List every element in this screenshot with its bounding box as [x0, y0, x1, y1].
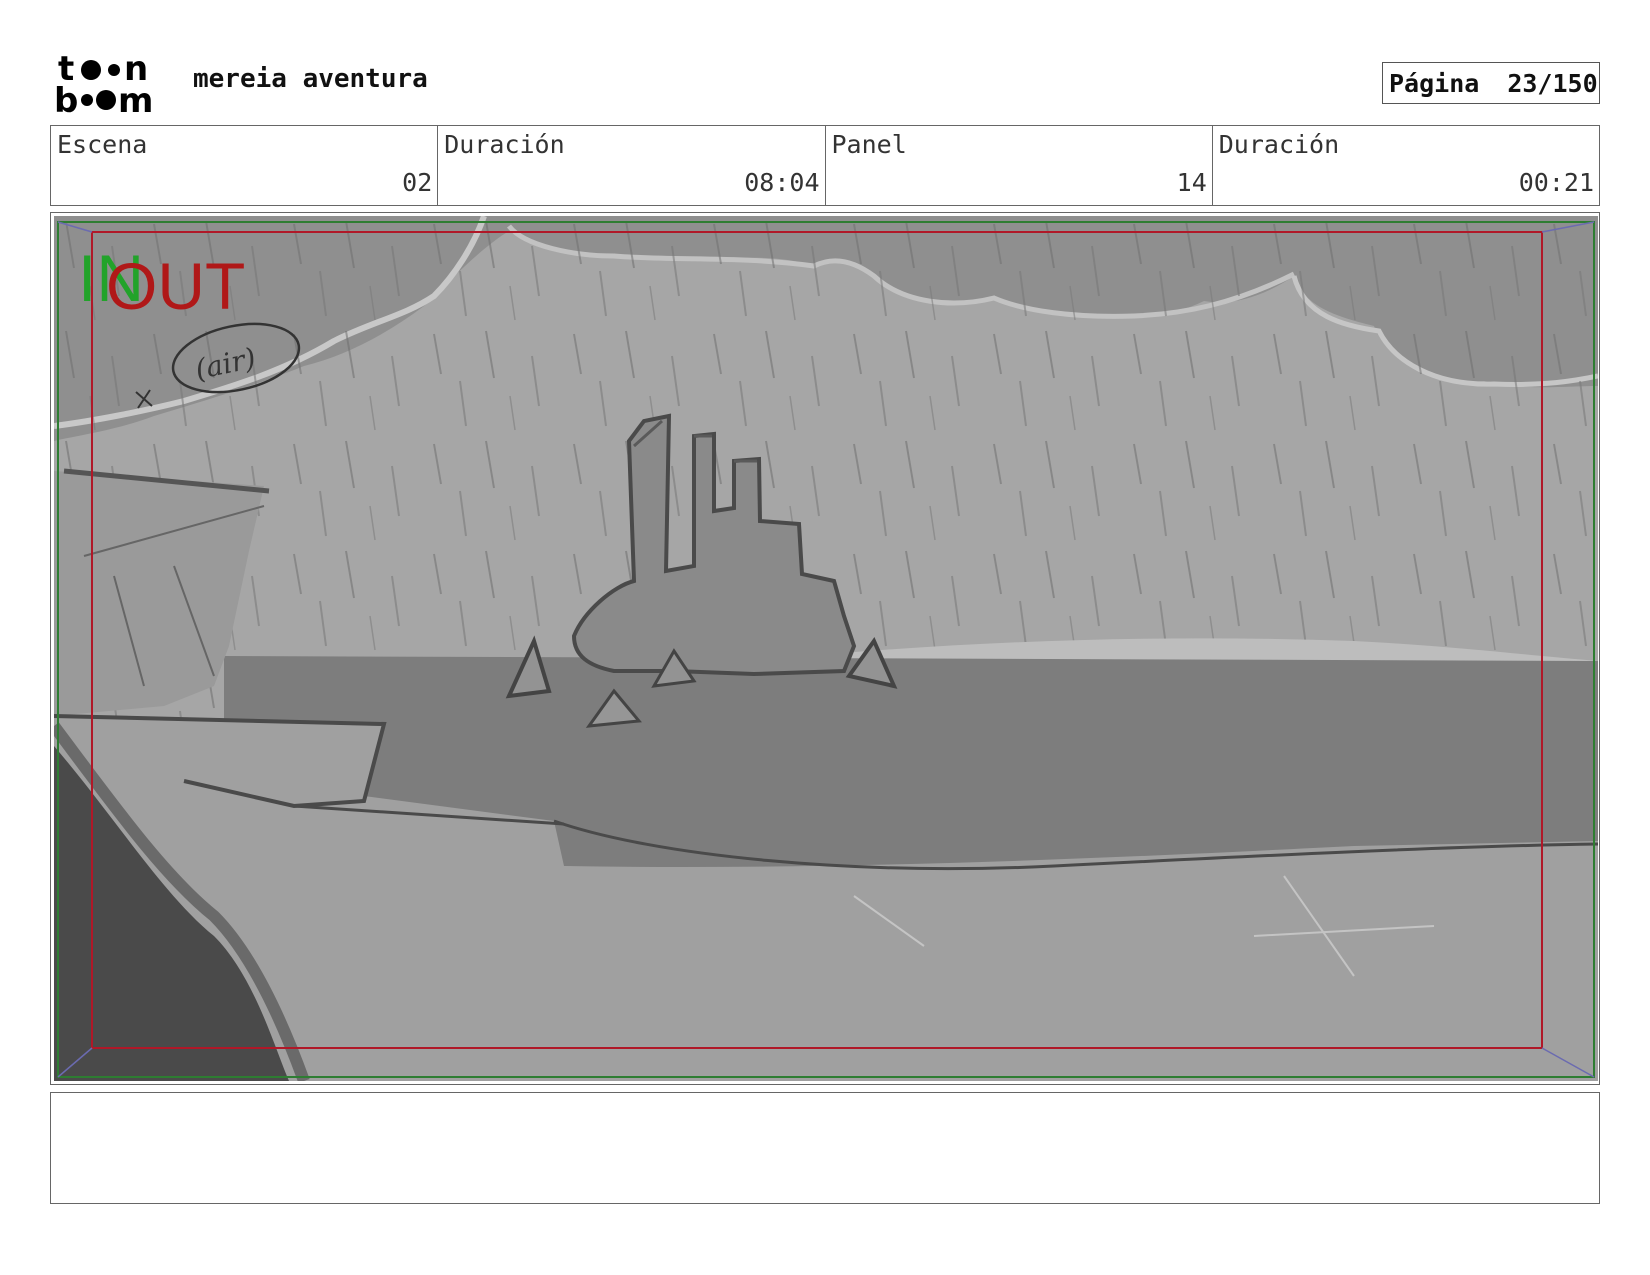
scene-label: Escena [57, 130, 148, 159]
panel-cell: Panel 14 [826, 126, 1213, 205]
panel-info-table: Escena 02 Duración 08:04 Panel 14 Duraci… [50, 125, 1600, 206]
storyboard-panel-sketch: IN OUT (air) [54, 216, 1598, 1081]
notes-box[interactable] [50, 1092, 1600, 1204]
page-indicator: Página 23/150 [1382, 62, 1600, 104]
project-title: mereia aventura [193, 64, 428, 94]
panel-duration-label: Duración [1218, 130, 1340, 159]
page-label: Página [1389, 68, 1480, 98]
panel-duration-value: 00:21 [1518, 168, 1594, 197]
svg-text:b: b [54, 81, 78, 118]
scene-cell: Escena 02 [51, 126, 439, 205]
toon-boom-logo: t n b m [54, 52, 153, 118]
scene-duration-value: 08:04 [744, 168, 820, 197]
panel-label: Panel [831, 130, 907, 159]
scene-value: 02 [402, 168, 433, 197]
panel-duration-cell: Duración 00:21 [1213, 126, 1599, 205]
panel-value: 14 [1176, 168, 1207, 197]
page-number: 23/150 [1507, 68, 1598, 98]
out-marker: OUT [106, 249, 245, 323]
svg-text:m: m [118, 81, 153, 118]
scene-duration-label: Duración [444, 130, 565, 159]
scene-duration-cell: Duración 08:04 [438, 126, 826, 205]
